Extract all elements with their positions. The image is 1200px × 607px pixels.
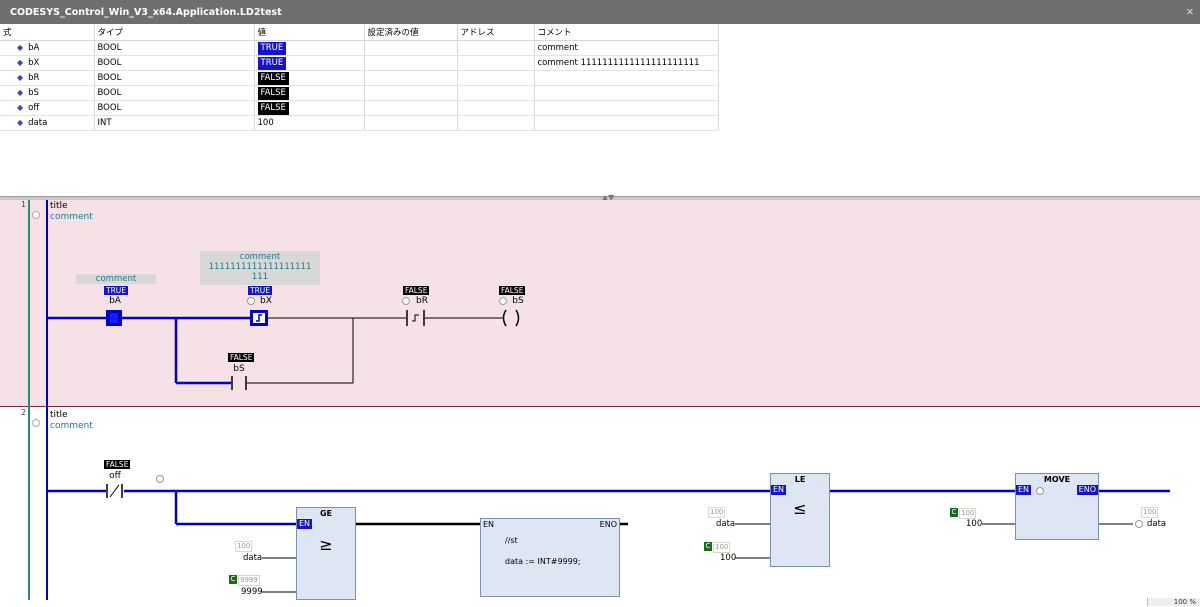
online-value: 100 (708, 507, 726, 518)
online-value: 100 (235, 541, 253, 552)
prepare-value-marker[interactable] (1135, 520, 1143, 528)
block-symbol: ≤ (793, 499, 807, 518)
input-variable[interactable]: data (716, 519, 735, 529)
online-value: 100 (1141, 507, 1159, 518)
input-constant[interactable]: 9999 (241, 587, 263, 597)
contact-variable[interactable]: bA (90, 296, 140, 306)
contact-comment: comment (76, 274, 156, 284)
en-pin: EN (297, 519, 313, 529)
st-code-line: data := INT#9999; (505, 557, 581, 566)
eno-pin: ENO (599, 520, 617, 529)
input-variable[interactable]: data (243, 553, 262, 563)
online-value: 100 (713, 542, 731, 553)
output-variable[interactable]: data (1147, 519, 1166, 529)
contact-variable[interactable]: off (104, 471, 126, 481)
prepare-value-marker[interactable] (499, 297, 507, 305)
zoom-level[interactable]: 100 % (1147, 598, 1200, 606)
input-constant[interactable]: 100 (720, 553, 736, 563)
online-value-badge: TRUE (104, 286, 129, 295)
prepare-value-marker[interactable] (247, 297, 255, 305)
prepare-value-marker[interactable] (402, 297, 410, 305)
en-pin: EN (1016, 485, 1032, 495)
contact-variable[interactable]: bR (412, 296, 432, 306)
online-value-badge: FALSE (403, 286, 430, 295)
st-inline-box[interactable]: EN ENO //st data := INT#9999; (480, 518, 620, 597)
breakpoint-marker[interactable] (1036, 487, 1044, 495)
contact-comment: comment 1111111111111111111 111 (200, 251, 320, 285)
le-function-block[interactable]: LE EN ≤ (770, 473, 830, 567)
online-value-badge: FALSE (228, 353, 255, 362)
ge-function-block[interactable]: GE EN ≥ (296, 507, 356, 600)
online-value-badge: FALSE (104, 460, 131, 469)
contact-variable[interactable]: bX (256, 296, 276, 306)
block-name: MOVE (1043, 475, 1071, 484)
online-value: 100 (959, 508, 977, 519)
block-name: LE (794, 475, 806, 484)
coil-variable[interactable]: bS (508, 296, 528, 306)
constant-tag: C (950, 508, 958, 517)
eno-pin: ENO (1076, 485, 1098, 495)
prepare-value-marker[interactable] (156, 475, 164, 483)
online-value-badge: TRUE (248, 286, 273, 295)
move-function-block[interactable]: MOVE EN ENO (1015, 473, 1099, 540)
st-code-line: //st (505, 536, 518, 545)
en-pin: EN (771, 485, 787, 495)
constant-tag: C (229, 575, 237, 584)
constant-tag: C (704, 542, 712, 551)
online-value: 9999 (238, 575, 260, 586)
en-pin: EN (483, 520, 495, 529)
input-constant[interactable]: 100 (966, 519, 982, 529)
contact-variable[interactable]: bS (228, 364, 250, 374)
block-symbol: ≥ (319, 535, 333, 554)
block-name: GE (319, 509, 333, 518)
online-value-badge: FALSE (499, 286, 526, 295)
